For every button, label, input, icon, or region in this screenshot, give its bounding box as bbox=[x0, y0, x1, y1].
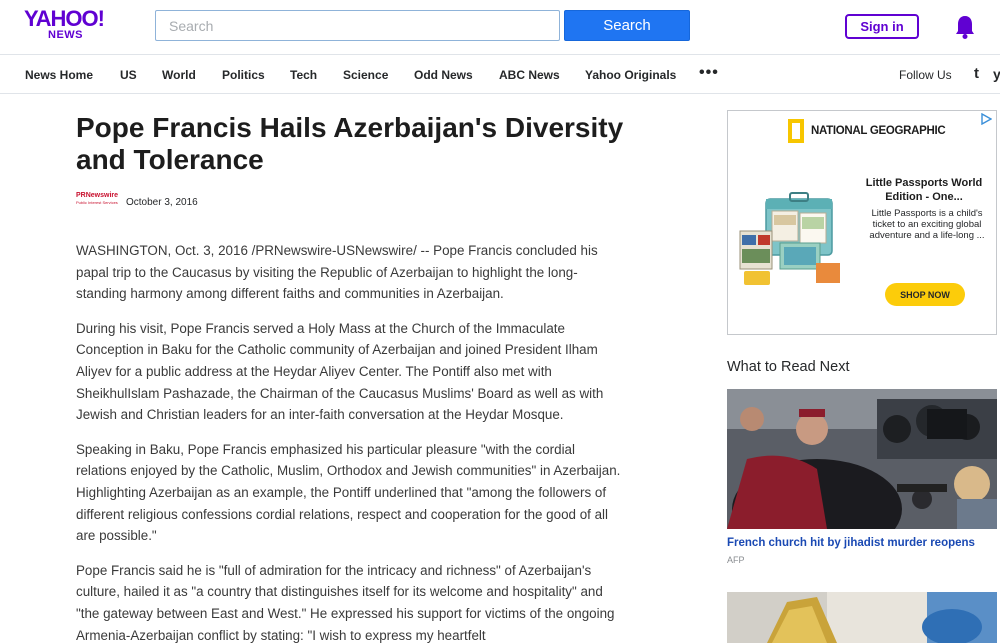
nav-item-abc-news[interactable]: ABC News bbox=[499, 68, 560, 82]
national-geographic-logo: NATIONAL GEOGRAPHIC bbox=[788, 119, 946, 143]
ad-description: Little Passports is a child's ticket to … bbox=[869, 208, 985, 241]
product-image bbox=[739, 192, 840, 285]
category-nav: News Home US World Politics Tech Science… bbox=[0, 55, 1000, 94]
shop-now-button[interactable]: SHOP NOW bbox=[885, 283, 965, 306]
search-input[interactable] bbox=[155, 10, 560, 41]
article-title: Pope Francis Hails Azerbaijan's Diversit… bbox=[76, 112, 624, 175]
yellow-frame-icon bbox=[788, 119, 804, 143]
nav-item-news-home[interactable]: News Home bbox=[25, 68, 93, 82]
logo-subtext: NEWS bbox=[48, 29, 83, 41]
article-paragraph: During his visit, Pope Francis served a … bbox=[76, 320, 604, 423]
nav-item-yahoo-originals[interactable]: Yahoo Originals bbox=[585, 68, 676, 82]
nav-item-odd-news[interactable]: Odd News bbox=[414, 68, 473, 82]
yahoo-news-logo[interactable]: YAHOO! NEWS bbox=[24, 8, 108, 42]
story-thumbnail[interactable] bbox=[727, 389, 997, 529]
nav-item-world[interactable]: World bbox=[162, 68, 196, 82]
nav-item-us[interactable]: US bbox=[120, 68, 137, 82]
sign-in-button[interactable]: Sign in bbox=[845, 14, 919, 39]
follow-us-label: Follow Us bbox=[899, 68, 952, 82]
article-paragraph: Pope Francis said he is "full of admirat… bbox=[76, 562, 615, 643]
source-logo-subtext: Public Interest Services bbox=[76, 200, 118, 205]
article-paragraph: WASHINGTON, Oct. 3, 2016 /PRNewswire-USN… bbox=[76, 243, 598, 302]
ad-headline[interactable]: Little Passports World Edition - One... bbox=[858, 176, 990, 204]
story-source: AFP bbox=[727, 555, 745, 565]
prnewswire-logo: PRNewswire Public Interest Services bbox=[76, 192, 118, 206]
nav-item-science[interactable]: Science bbox=[343, 68, 388, 82]
article-paragraph: Speaking in Baku, Pope Francis emphasize… bbox=[76, 441, 621, 544]
story-title-link[interactable]: French church hit by jihadist murder reo… bbox=[727, 537, 997, 549]
nav-item-tech[interactable]: Tech bbox=[290, 68, 317, 82]
ad-choices-icon[interactable] bbox=[980, 113, 992, 125]
ad-brand: NATIONAL GEOGRAPHIC bbox=[811, 125, 946, 137]
source-logo-text: PRNewswire bbox=[76, 192, 119, 199]
notification-bell-icon[interactable] bbox=[953, 14, 977, 40]
advertisement[interactable]: NATIONAL GEOGRAPHIC Little Passports Wor… bbox=[727, 110, 997, 335]
search-button[interactable]: Search bbox=[564, 10, 690, 41]
top-header: YAHOO! NEWS Search Sign in bbox=[0, 0, 1000, 55]
what-to-read-next-heading: What to Read Next bbox=[727, 359, 850, 375]
article-body: WASHINGTON, Oct. 3, 2016 /PRNewswire-USN… bbox=[76, 240, 621, 643]
article-date: October 3, 2016 bbox=[126, 197, 198, 208]
logo-text: YAHOO! bbox=[24, 6, 105, 31]
nav-item-politics[interactable]: Politics bbox=[222, 68, 265, 82]
tumblr-icon[interactable]: t bbox=[974, 65, 979, 82]
story-thumbnail[interactable] bbox=[727, 592, 997, 643]
more-menu-icon[interactable]: ••• bbox=[699, 64, 719, 82]
social-icon[interactable]: y bbox=[993, 66, 1000, 82]
